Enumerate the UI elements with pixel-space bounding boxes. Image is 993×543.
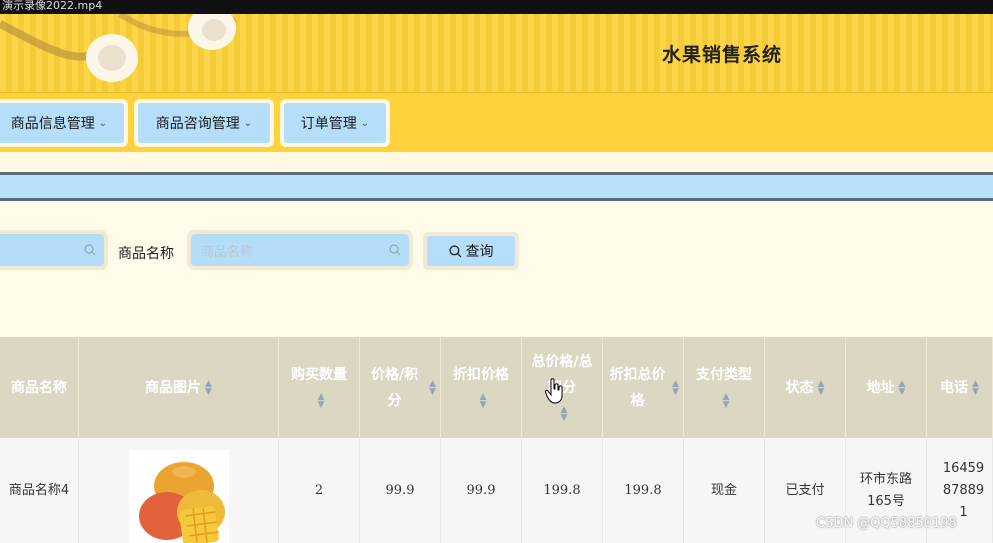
- cell-name: 商品名称4: [0, 438, 79, 543]
- nav-product-info[interactable]: 商品信息管理 ⌄: [0, 99, 128, 147]
- sort-icon[interactable]: ▲ ▼: [818, 379, 825, 396]
- cell-pay-type: 现金: [684, 438, 765, 543]
- product-name-input[interactable]: 商品名称: [187, 230, 413, 270]
- search-icon: [448, 244, 461, 257]
- mango-image[interactable]: [128, 450, 229, 543]
- product-name-placeholder: 商品名称: [201, 244, 254, 260]
- sort-icon[interactable]: ▲ ▼: [972, 379, 979, 396]
- column-header-status[interactable]: 状态 ▲ ▼: [765, 337, 846, 438]
- column-header-price[interactable]: 价格/积分 ▲ ▼: [360, 337, 441, 438]
- nav-divider: [0, 152, 993, 172]
- nav-product-consult[interactable]: 商品咨询管理 ⌄: [134, 99, 274, 147]
- query-button[interactable]: 查询: [423, 232, 519, 270]
- column-header-quantity[interactable]: 购买数量 ▲ ▼: [279, 337, 360, 438]
- column-header-address[interactable]: 地址 ▲ ▼: [846, 337, 927, 438]
- column-header-image[interactable]: 商品图片 ▲ ▼: [79, 337, 279, 438]
- query-button-label: 查询: [465, 244, 494, 260]
- top-nav: 商品信息管理 ⌄ 商品咨询管理 ⌄ 订单管理 ⌄: [0, 92, 993, 152]
- sort-icon[interactable]: ▲ ▼: [672, 379, 679, 396]
- nav-order-management[interactable]: 订单管理 ⌄: [280, 99, 390, 147]
- nav-label: 商品咨询管理: [155, 116, 240, 132]
- cell-total: 199.8: [522, 438, 603, 543]
- column-header-discount-price[interactable]: 折扣价格 ▲ ▼: [441, 337, 522, 438]
- search-bar: 商品名称 商品名称 查询: [0, 230, 993, 272]
- nav-label: 商品信息管理: [10, 116, 95, 132]
- video-title-bar: 演示录像2022.mp4: [0, 0, 993, 14]
- csdn-watermark: CSDN @QQ58850198: [816, 516, 957, 531]
- chevron-down-icon: ⌄: [243, 117, 253, 129]
- cell-quantity: 2: [279, 438, 360, 543]
- sort-icon[interactable]: ▲ ▼: [205, 379, 212, 396]
- chevron-down-icon: ⌄: [98, 117, 108, 129]
- app-title: 水果销售系统: [662, 44, 783, 66]
- chevron-down-icon: ⌄: [360, 117, 370, 129]
- table-header: 商品名称 商品图片▲▼ 购买数量▲▼ 价格/积分▲▼ 折扣价格▲▼ 总价格/总积…: [0, 337, 993, 438]
- app-header: 水果销售系统: [0, 14, 993, 92]
- sort-icon[interactable]: ▲ ▼: [318, 392, 325, 409]
- search-icon: [389, 244, 401, 256]
- column-header-name[interactable]: 商品名称: [0, 337, 79, 438]
- column-header-pay-type[interactable]: 支付类型 ▲ ▼: [684, 337, 765, 438]
- product-name-label: 商品名称: [118, 246, 174, 262]
- nav-label: 订单管理: [300, 116, 357, 132]
- video-title: 演示录像2022.mp4: [2, 0, 103, 12]
- cell-price: 99.9: [360, 438, 441, 543]
- column-header-phone[interactable]: 电话 ▲ ▼: [927, 337, 993, 438]
- sort-icon[interactable]: ▲ ▼: [899, 379, 906, 396]
- cell-discount-price: 99.9: [441, 438, 522, 543]
- search-icon: [84, 244, 96, 256]
- sort-icon[interactable]: ▲ ▼: [561, 405, 568, 422]
- column-header-discount-total[interactable]: 折扣总价格 ▲ ▼: [603, 337, 684, 438]
- breadcrumb-bar: [0, 172, 993, 201]
- header-decoration-image: [0, 14, 237, 82]
- hand-cursor-icon: [545, 378, 563, 404]
- sort-icon[interactable]: ▲ ▼: [429, 379, 436, 396]
- cell-discount-total: 199.8: [603, 438, 684, 543]
- cell-image: [79, 438, 279, 543]
- search-input-1[interactable]: [0, 230, 108, 270]
- sort-icon[interactable]: ▲ ▼: [723, 392, 730, 409]
- sort-icon[interactable]: ▲ ▼: [480, 392, 487, 409]
